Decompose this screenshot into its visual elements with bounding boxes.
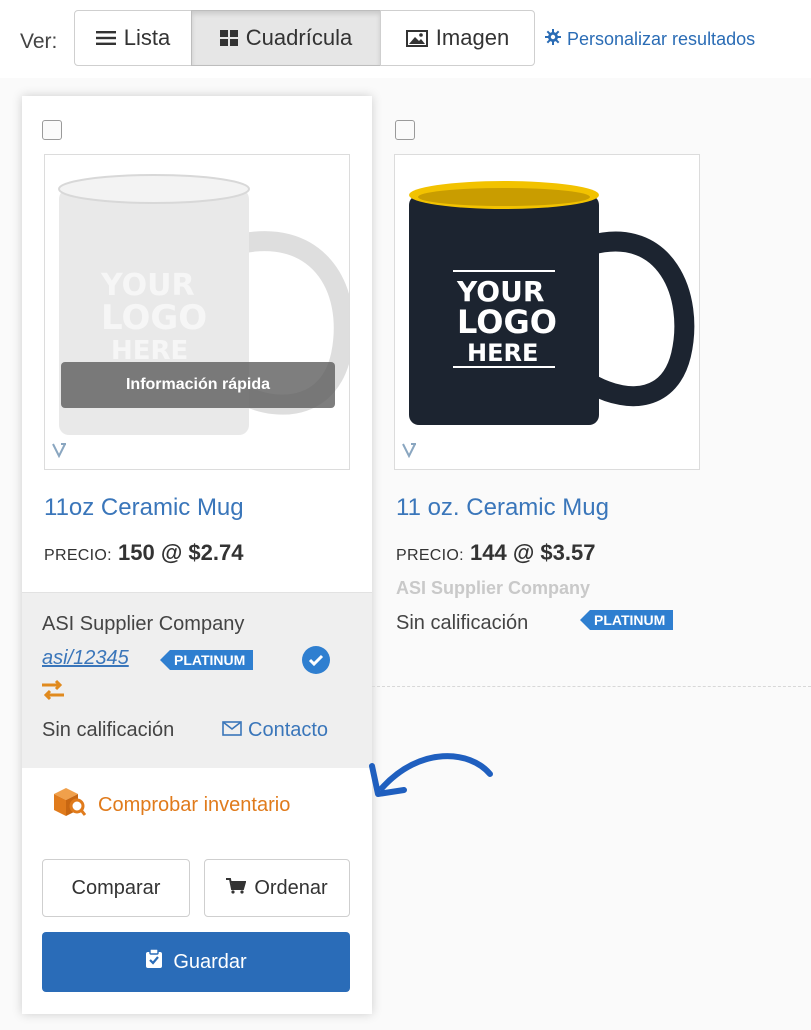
customize-results-label: Personalizar resultados	[567, 29, 756, 49]
product-price: PRECIO: 150 @ $2.74	[44, 540, 243, 566]
supplier-rating: Sin calificación	[42, 719, 175, 741]
product-name-link[interactable]: 11 oz. Ceramic Mug	[396, 494, 609, 522]
price-label: PRECIO:	[396, 547, 464, 564]
order-label: Ordenar	[254, 876, 328, 899]
view-grid-button[interactable]: Cuadrícula	[191, 10, 381, 66]
grid-icon	[219, 30, 238, 46]
clipboard-check-icon	[145, 948, 163, 975]
svg-text:LOGO: LOGO	[457, 303, 557, 341]
view-image-button[interactable]: Imagen	[380, 10, 535, 66]
supplier-name: ASI Supplier Company	[42, 613, 245, 635]
verified-check-icon	[302, 646, 330, 674]
view-list-button[interactable]: Lista	[74, 10, 192, 66]
check-inventory-link[interactable]: Comprobar inventario	[52, 786, 290, 824]
compare-label: Comparar	[71, 876, 161, 899]
check-inventory-label: Comprobar inventario	[98, 793, 291, 816]
supplier-panel: ASI Supplier Company asi/12345 PLATINUM …	[22, 592, 372, 768]
compare-button[interactable]: Comparar	[42, 859, 190, 917]
platinum-badge: PLATINUM	[580, 610, 674, 630]
supplier-rating: Sin calificación	[396, 612, 529, 634]
product-select-checkbox[interactable]	[42, 120, 62, 140]
save-button[interactable]: Guardar	[42, 932, 350, 992]
virtual-sample-icon	[401, 442, 419, 463]
svg-text:HERE: HERE	[467, 339, 538, 367]
product-image[interactable]: YOUR LOGO HERE	[394, 154, 700, 470]
asi-number-link[interactable]: asi/12345	[42, 647, 129, 670]
mug-illustration: YOUR LOGO HERE	[58, 174, 349, 435]
cart-icon	[226, 877, 247, 900]
quick-info-button[interactable]: Información rápida	[61, 362, 335, 408]
exchange-arrows-icon	[40, 679, 66, 706]
product-select-checkbox[interactable]	[395, 120, 415, 140]
list-icon	[95, 30, 116, 46]
view-toolbar: Ver: Lista Cuadrícula Imagen Personaliza…	[0, 10, 811, 72]
product-price: PRECIO: 144 @ $3.57	[396, 540, 595, 566]
mug-illustration: YOUR LOGO HERE	[409, 181, 695, 425]
virtual-sample-icon	[51, 442, 69, 463]
annotation-arrow-icon	[360, 740, 500, 815]
price-label: PRECIO:	[44, 547, 112, 564]
envelope-icon	[222, 719, 242, 742]
inventory-box-icon	[52, 786, 87, 824]
view-image-label: Imagen	[435, 25, 510, 50]
price-value: 150 @ $2.74	[118, 540, 244, 565]
view-label: Ver:	[20, 30, 58, 53]
platinum-badge: PLATINUM	[160, 650, 254, 670]
svg-text:LOGO: LOGO	[101, 298, 207, 338]
view-grid-label: Cuadrícula	[245, 25, 353, 50]
product-image[interactable]: YOUR LOGO HERE Información rápida	[44, 154, 350, 470]
product-name-link[interactable]: 11oz Ceramic Mug	[44, 494, 244, 522]
image-icon	[405, 29, 428, 47]
supplier-name: ASI Supplier Company	[396, 578, 591, 598]
save-label: Guardar	[173, 950, 247, 973]
contact-link[interactable]: Contacto	[222, 719, 328, 742]
customize-results-link[interactable]: Personalizar resultados	[545, 29, 755, 50]
gear-icon	[545, 29, 561, 50]
row-divider	[372, 686, 811, 687]
order-button[interactable]: Ordenar	[204, 859, 350, 917]
product-card: YOUR LOGO HERE Información rápida 11oz C…	[22, 96, 372, 1014]
price-value: 144 @ $3.57	[470, 540, 596, 565]
contact-label: Contacto	[248, 719, 329, 741]
view-list-label: Lista	[123, 25, 171, 50]
